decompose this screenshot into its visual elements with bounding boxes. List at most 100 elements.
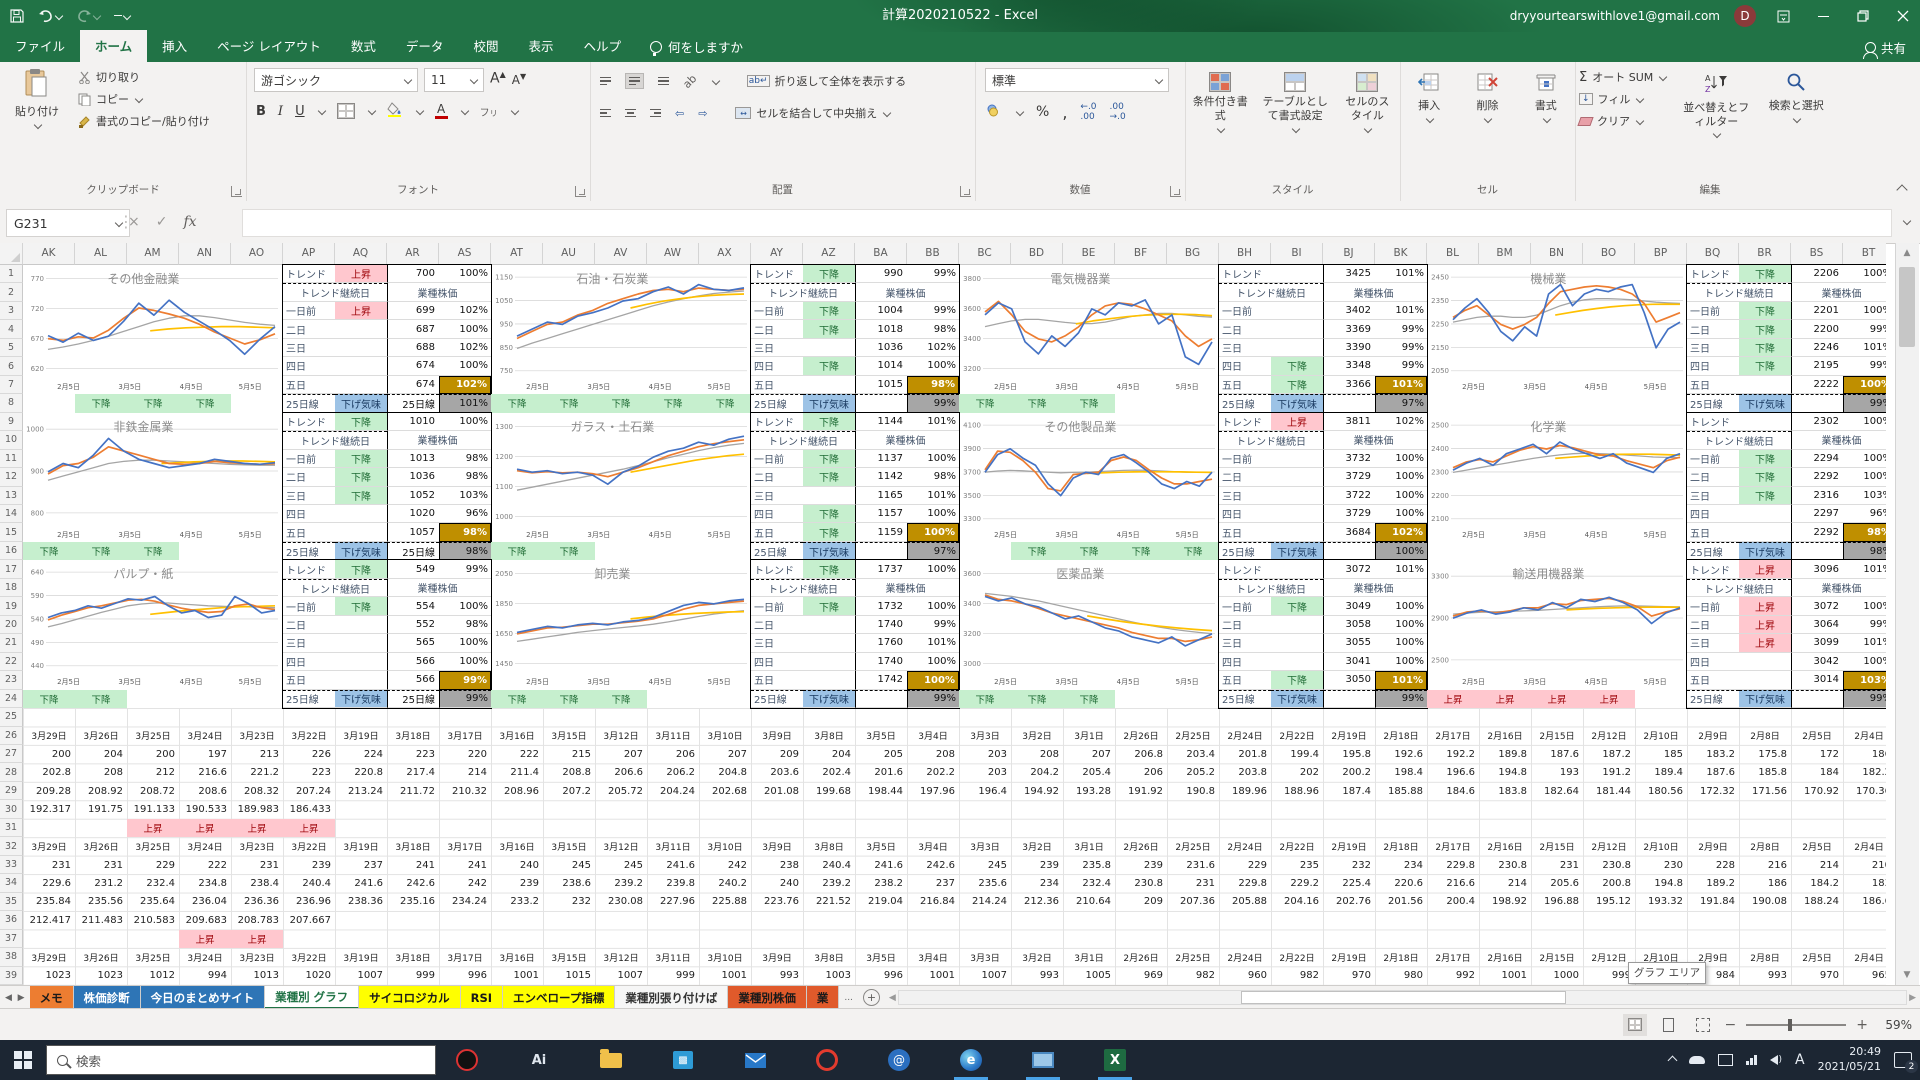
value-cell[interactable]: 196.6: [1427, 763, 1479, 781]
column-header-AS[interactable]: AS: [439, 243, 491, 265]
value-cell[interactable]: 231.6: [1167, 856, 1219, 874]
value-cell[interactable]: 231: [75, 856, 127, 874]
tell-me-search[interactable]: 何をしますか: [636, 31, 757, 62]
date-cell[interactable]: 3月2日: [1011, 837, 1063, 855]
column-header-AO[interactable]: AO: [231, 243, 283, 265]
value-cell[interactable]: 192.317: [23, 800, 75, 818]
value-cell[interactable]: 223: [387, 745, 439, 763]
date-cell[interactable]: 3月8日: [803, 727, 855, 745]
value-cell[interactable]: 208.32: [231, 782, 283, 800]
chart-卸売業[interactable]: 20501850165014502月5日3月5日4月5日5月5日卸売業: [492, 560, 749, 687]
date-cell[interactable]: 3月25日: [127, 948, 179, 966]
value-cell[interactable]: 189.4: [1635, 763, 1687, 781]
value-cell[interactable]: 216.6: [1427, 874, 1479, 892]
sheet-tab-エンベロープ指標[interactable]: エンベロープ指標: [503, 986, 615, 1009]
value-cell[interactable]: 220: [439, 745, 491, 763]
row-header-22[interactable]: 22: [0, 653, 23, 671]
value-cell[interactable]: 209: [751, 745, 803, 763]
value-cell[interactable]: 214: [439, 763, 491, 781]
column-header-BQ[interactable]: BQ: [1687, 243, 1739, 265]
value-cell[interactable]: 217.4: [387, 763, 439, 781]
date-cell[interactable]: 2月26日: [1115, 727, 1167, 745]
date-cell[interactable]: 3月16日: [491, 837, 543, 855]
trend-signal-cell[interactable]: 下降: [1063, 690, 1115, 708]
value-cell[interactable]: 239: [283, 856, 335, 874]
date-cell[interactable]: 2月25日: [1167, 948, 1219, 966]
value-cell[interactable]: 202.2: [907, 763, 959, 781]
value-cell[interactable]: 982: [1167, 967, 1219, 985]
value-cell[interactable]: 239.8: [647, 874, 699, 892]
value-cell[interactable]: 205.4: [1063, 763, 1115, 781]
normal-view-icon[interactable]: [1623, 1014, 1647, 1036]
value-cell[interactable]: 1007: [959, 967, 1011, 985]
value-cell[interactable]: 213.24: [335, 782, 387, 800]
value-cell[interactable]: 231: [1531, 856, 1583, 874]
value-cell[interactable]: 202.4: [803, 763, 855, 781]
value-cell[interactable]: 231.2: [75, 874, 127, 892]
value-cell[interactable]: 184.2: [1791, 874, 1843, 892]
value-cell[interactable]: 207: [595, 745, 647, 763]
column-header-BT[interactable]: BT: [1843, 243, 1886, 265]
grow-font-icon[interactable]: A▲: [490, 68, 506, 92]
ribbon-tab-ページ レイアウト[interactable]: ページ レイアウト: [202, 30, 336, 62]
chart-cell[interactable]: 20501850165014502月5日3月5日4月5日5月5日卸売業: [491, 560, 751, 689]
date-cell[interactable]: 3月9日: [751, 837, 803, 855]
value-cell[interactable]: 1003: [803, 967, 855, 985]
date-cell[interactable]: 2月24日: [1219, 837, 1271, 855]
value-cell[interactable]: 238.36: [335, 893, 387, 911]
row-header-37[interactable]: 37: [0, 930, 23, 948]
sheet-tab-業[interactable]: 業: [807, 986, 840, 1009]
taskbar-icon-mail[interactable]: [740, 1045, 770, 1075]
value-cell[interactable]: 192.2: [1427, 745, 1479, 763]
value-cell[interactable]: 202.8: [23, 763, 75, 781]
value-cell[interactable]: 189.8: [1479, 745, 1531, 763]
value-cell[interactable]: 211.483: [75, 911, 127, 929]
value-cell[interactable]: 208.783: [231, 911, 283, 929]
chart-cell[interactable]: 36003400320030002月5日3月5日4月5日5月5日医薬品業: [959, 560, 1219, 689]
shrink-font-icon[interactable]: A▼: [512, 68, 526, 92]
value-cell[interactable]: 240.4: [283, 874, 335, 892]
date-cell[interactable]: 3月12日: [595, 837, 647, 855]
formula-input[interactable]: [242, 209, 1892, 237]
value-cell[interactable]: 190.8: [1167, 782, 1219, 800]
trend-signal-cell[interactable]: 上昇: [1427, 690, 1479, 708]
taskbar-icon-edge[interactable]: e: [956, 1045, 986, 1075]
trend-signal-cell[interactable]: 下降: [647, 394, 699, 412]
column-header-AQ[interactable]: AQ: [335, 243, 387, 265]
date-cell[interactable]: 2月5日: [1791, 727, 1843, 745]
column-header-AR[interactable]: AR: [387, 243, 439, 265]
add-sheet-icon[interactable]: +: [858, 986, 885, 1009]
column-header-BK[interactable]: BK: [1375, 243, 1427, 265]
date-cell[interactable]: 3月10日: [699, 727, 751, 745]
value-cell[interactable]: 187.6: [1531, 745, 1583, 763]
ime-mode-indicator[interactable]: A: [1795, 1052, 1805, 1068]
restore-icon[interactable]: [1850, 3, 1876, 29]
value-cell[interactable]: 209.683: [179, 911, 231, 929]
percent-icon[interactable]: %: [1036, 104, 1049, 120]
paste-button[interactable]: 貼り付け: [0, 62, 74, 132]
date-cell[interactable]: 2月24日: [1219, 948, 1271, 966]
value-cell[interactable]: 234: [1011, 874, 1063, 892]
trend-signal-cell[interactable]: 下降: [75, 394, 127, 412]
page-break-view-icon[interactable]: [1691, 1014, 1715, 1036]
date-cell[interactable]: 2月18日: [1375, 727, 1427, 745]
value-cell[interactable]: 202.76: [1323, 893, 1375, 911]
taskbar-search-input[interactable]: 検索: [46, 1045, 436, 1075]
value-cell[interactable]: 194.8: [1635, 874, 1687, 892]
ribbon-tab-ファイル[interactable]: ファイル: [0, 30, 80, 62]
chart-パルプ・紙[interactable]: 6405905404904402月5日3月5日4月5日5月5日パルプ・紙: [23, 560, 280, 687]
date-cell[interactable]: 3月23日: [231, 948, 283, 966]
conditional-formatting-button[interactable]: 条件付き書式: [1185, 66, 1255, 134]
taskbar-icon-store[interactable]: ▩: [668, 1045, 698, 1075]
decrease-decimal-icon[interactable]: .00→.0: [1110, 102, 1126, 122]
date-cell[interactable]: 3月19日: [335, 948, 387, 966]
column-header-AT[interactable]: AT: [491, 243, 543, 265]
value-cell[interactable]: 204: [75, 745, 127, 763]
cancel-icon[interactable]: ×: [128, 214, 140, 230]
value-cell[interactable]: 239: [1011, 856, 1063, 874]
value-cell[interactable]: 993: [1739, 967, 1791, 985]
taskbar-icon-excel[interactable]: X: [1100, 1045, 1130, 1075]
date-cell[interactable]: 2月25日: [1167, 727, 1219, 745]
value-cell[interactable]: 194.8: [1479, 763, 1531, 781]
value-cell[interactable]: 1007: [335, 967, 387, 985]
